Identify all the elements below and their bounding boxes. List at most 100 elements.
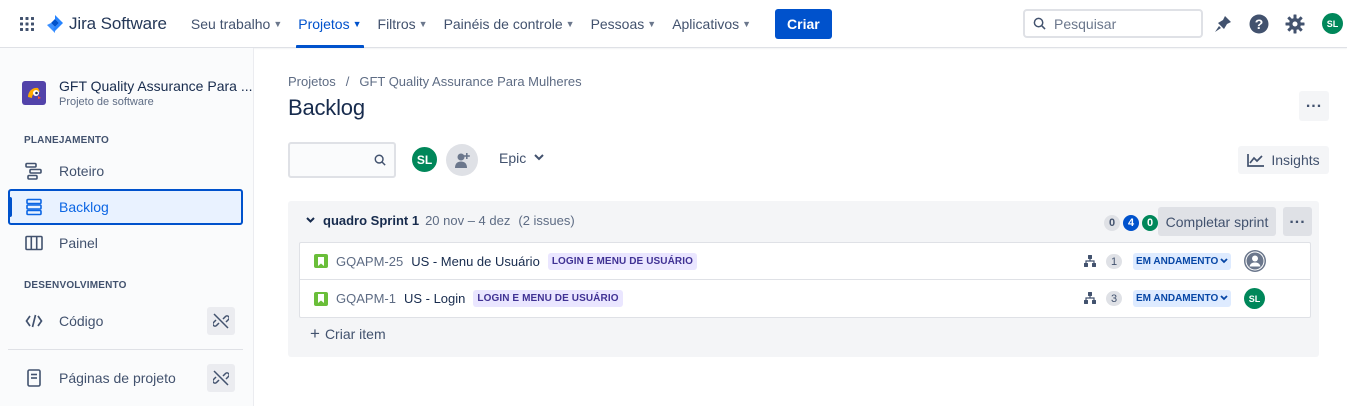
sprint-container: quadro Sprint 1 20 nov – 4 dez (2 issues…	[288, 201, 1319, 357]
nav-paineis[interactable]: Painéis de controle ▼	[438, 0, 581, 48]
project-name: GFT Quality Assurance Para ...	[59, 78, 253, 94]
project-sidebar: GFT Quality Assurance Para ... Projeto d…	[0, 48, 254, 406]
story-icon	[314, 254, 328, 268]
story-points-badge[interactable]: 3	[1106, 291, 1122, 306]
sprint-header[interactable]: quadro Sprint 1 20 nov – 4 dez (2 issues…	[306, 213, 575, 228]
nav-seu-trabalho[interactable]: Seu trabalho ▼	[185, 0, 288, 48]
top-navigation: Jira Software Seu trabalho ▼ Projetos ▼ Fi…	[0, 0, 1347, 48]
unlink-icon[interactable]	[207, 307, 235, 335]
chevron-down-icon	[534, 153, 544, 164]
issue-key[interactable]: GQAPM-1	[336, 291, 396, 306]
epic-lozenge[interactable]: LOGIN E MENU DE USUÁRIO	[473, 290, 623, 307]
settings-gear-icon[interactable]	[1283, 12, 1307, 36]
add-people-icon[interactable]	[446, 144, 478, 176]
chevron-down-icon	[1220, 294, 1228, 303]
help-icon[interactable]: ?	[1247, 12, 1271, 36]
nav-label: Filtros	[377, 15, 416, 32]
nav-label: Pessoas	[590, 15, 645, 32]
chevron-down-icon: ▼	[418, 18, 428, 29]
project-type: Projeto de software	[59, 96, 154, 108]
insights-button[interactable]: Insights	[1238, 146, 1329, 174]
sprint-status-counts: 0 4 0	[1101, 215, 1158, 231]
epic-filter-label: Epic	[499, 150, 527, 166]
child-issues-icon	[1083, 254, 1097, 271]
chevron-down-icon: ▼	[273, 18, 283, 29]
user-avatar[interactable]: SL	[1322, 13, 1343, 34]
nav-pessoas[interactable]: Pessoas ▼	[585, 0, 663, 48]
epic-filter-dropdown[interactable]: Epic	[499, 150, 544, 166]
code-icon	[24, 311, 44, 331]
done-count-badge: 0	[1142, 215, 1158, 231]
timeline-icon	[24, 161, 44, 181]
notifications-icon[interactable]	[1211, 12, 1235, 36]
sprint-dates: 20 nov – 4 dez	[425, 213, 511, 228]
global-search-input[interactable]: Pesquisar	[1023, 9, 1203, 38]
app-name: Jira Software	[69, 13, 167, 33]
collapse-chevron-icon[interactable]	[306, 215, 315, 226]
chevron-down-icon: ▼	[742, 18, 752, 29]
chevron-down-icon: ▼	[565, 18, 575, 29]
project-avatar-icon	[22, 81, 46, 105]
sprint-name: quadro Sprint 1	[323, 213, 420, 228]
story-icon	[314, 291, 328, 306]
filter-user-avatar[interactable]: SL	[410, 145, 439, 174]
epic-lozenge[interactable]: LOGIN E MENU DE USUÁRIO	[547, 252, 698, 270]
issue-key[interactable]: GQAPM-25	[336, 254, 403, 269]
sidebar-item-label: Código	[59, 313, 104, 329]
svg-text:?: ?	[1255, 16, 1264, 32]
section-development-heading: DESENVOLVIMENTO	[24, 280, 127, 291]
in-progress-count-badge: 4	[1123, 215, 1139, 231]
nav-filtros[interactable]: Filtros ▼	[372, 0, 434, 48]
status-dropdown[interactable]: EM ANDAMENTO	[1133, 253, 1232, 270]
nav-label: Seu trabalho	[190, 15, 271, 32]
insights-label: Insights	[1271, 152, 1320, 168]
nav-label: Painéis de controle	[443, 15, 563, 32]
status-label: EM ANDAMENTO	[1136, 293, 1219, 304]
sidebar-item-roteiro[interactable]: Roteiro	[8, 153, 243, 189]
nav-label: Aplicativos	[672, 15, 740, 32]
sprint-more-button[interactable]: ...	[1283, 207, 1312, 236]
page-icon	[24, 368, 44, 388]
complete-sprint-button[interactable]: Completar sprint	[1158, 207, 1276, 236]
chevron-down-icon	[1220, 257, 1228, 266]
sidebar-divider	[8, 349, 243, 350]
plus-icon: +	[310, 324, 320, 343]
sidebar-item-backlog[interactable]: Backlog	[8, 189, 243, 225]
status-label: EM ANDAMENTO	[1136, 256, 1219, 267]
todo-count-badge: 0	[1104, 215, 1120, 231]
sidebar-item-label: Painel	[59, 235, 98, 251]
project-header[interactable]: GFT Quality Assurance Para ... Projeto d…	[22, 78, 252, 108]
sidebar-item-codigo[interactable]: Código	[8, 303, 243, 339]
unassigned-avatar-icon[interactable]	[1244, 250, 1266, 272]
page-more-button[interactable]: ...	[1299, 91, 1329, 121]
sidebar-item-label: Backlog	[59, 199, 109, 215]
status-dropdown[interactable]: EM ANDAMENTO	[1133, 290, 1232, 307]
sidebar-item-paginas[interactable]: Páginas de projeto	[8, 360, 243, 396]
nav-aplicativos[interactable]: Aplicativos ▼	[666, 0, 757, 48]
unlink-icon[interactable]	[207, 364, 235, 392]
breadcrumb-projetos[interactable]: Projetos	[288, 74, 336, 89]
chart-line-icon	[1247, 154, 1265, 167]
issue-summary: US - Login	[403, 291, 466, 306]
search-icon	[374, 154, 386, 166]
story-points-badge[interactable]: 1	[1106, 254, 1122, 269]
backlog-search-input[interactable]	[288, 142, 396, 178]
jira-logo-icon	[47, 14, 63, 33]
breadcrumb-project[interactable]: GFT Quality Assurance Para Mulheres	[359, 74, 581, 89]
app-switcher-icon[interactable]	[12, 9, 42, 39]
issue-summary: US - Menu de Usuário	[411, 253, 540, 269]
nav-label: Projetos	[298, 15, 350, 32]
create-button[interactable]: Criar	[775, 8, 832, 39]
page-title: Backlog	[288, 95, 365, 120]
more-icon: ...	[1289, 209, 1306, 227]
issue-row[interactable]: GQAPM-25 US - Menu de Usuário LOGIN E ME…	[300, 243, 1310, 280]
issue-row[interactable]: GQAPM-1 US - Login LOGIN E MENU DE USUÁR…	[300, 280, 1310, 317]
breadcrumb: Projetos / GFT Quality Assurance Para Mu…	[288, 74, 582, 89]
section-planning-heading: PLANEJAMENTO	[24, 135, 110, 146]
assignee-avatar[interactable]: SL	[1244, 288, 1265, 309]
create-issue-button[interactable]: + Criar item	[310, 325, 386, 342]
sidebar-item-label: Páginas de projeto	[59, 370, 176, 386]
sidebar-item-painel[interactable]: Painel	[8, 225, 243, 261]
jira-logo[interactable]: Jira Software	[46, 14, 167, 34]
nav-projetos[interactable]: Projetos ▼	[292, 0, 367, 48]
